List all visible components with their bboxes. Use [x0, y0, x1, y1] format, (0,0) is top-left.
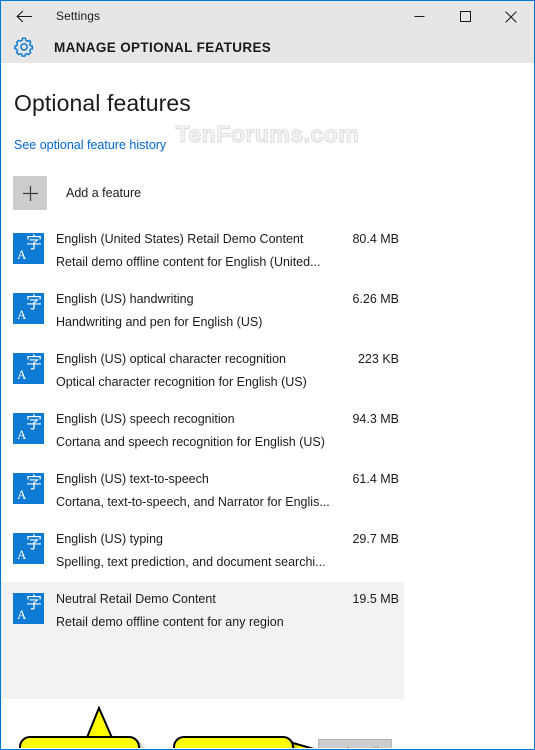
- page-header: MANAGE OPTIONAL FEATURES: [1, 31, 534, 63]
- feature-description: Handwriting and pen for English (US): [56, 315, 263, 329]
- language-pack-icon: A字: [13, 353, 44, 384]
- add-a-feature-button[interactable]: Add a feature: [13, 176, 141, 210]
- language-pack-icon: A字: [13, 593, 44, 624]
- close-button[interactable]: [488, 1, 534, 32]
- feature-description: Spelling, text prediction, and document …: [56, 555, 326, 569]
- feature-row[interactable]: A 字 Neutral Retail Demo Content 19.5 MB Reta…: [1, 582, 404, 699]
- minimize-button[interactable]: [396, 1, 442, 32]
- maximize-button[interactable]: [442, 1, 488, 32]
- feature-size: 6.26 MB: [352, 292, 399, 306]
- back-arrow-icon: [15, 10, 33, 23]
- optional-features-list: A 字 English (United States) Retail Demo Co…: [1, 222, 534, 699]
- add-a-feature-label: Add a feature: [66, 186, 142, 200]
- feature-description: Optical character recognition for Englis…: [56, 375, 307, 389]
- language-pack-icon: A字: [13, 413, 44, 444]
- feature-description: Cortana and speech recognition for Engli…: [56, 435, 325, 449]
- feature-name: English (US) optical character recogniti…: [56, 352, 286, 366]
- feature-row[interactable]: A 字 English (US) text-to-speech 61.4 MB Cort…: [1, 462, 534, 522]
- feature-size: 94.3 MB: [352, 412, 399, 426]
- title-bar: Settings: [1, 0, 534, 31]
- feature-row[interactable]: A 字 English (US) typing 29.7 MB Spelling, te…: [1, 522, 534, 582]
- feature-name: English (US) typing: [56, 532, 163, 546]
- header-title: MANAGE OPTIONAL FEATURES: [54, 39, 272, 55]
- settings-window: Settings MANAGE OPTIONAL FEATURES TenFor…: [0, 0, 535, 750]
- page-title: Optional features: [14, 90, 191, 116]
- feature-row[interactable]: A 字 English (United States) Retail Demo Co…: [1, 222, 534, 282]
- feature-description: Retail demo offline content for English …: [56, 255, 321, 269]
- feature-size: 19.5 MB: [352, 592, 399, 606]
- feature-row[interactable]: A 字 English (US) optical character recogni…: [1, 342, 534, 402]
- minimize-icon: [414, 11, 425, 22]
- language-pack-icon: A字: [13, 533, 44, 564]
- feature-row[interactable]: A 字 English (US) speech recognition 94.3 MB…: [1, 402, 534, 462]
- feature-size: 61.4 MB: [352, 472, 399, 486]
- language-pack-icon: A字: [13, 233, 44, 264]
- callout-step-2: 2. Click on: [173, 736, 294, 748]
- content-area: TenForums.com Optional features See opti…: [1, 63, 534, 748]
- maximize-icon: [459, 11, 471, 22]
- feature-name: Neutral Retail Demo Content: [56, 592, 216, 606]
- feature-row[interactable]: A 字 English (US) handwriting 6.26 MB Handwri…: [1, 282, 534, 342]
- close-icon: [505, 10, 517, 23]
- feature-description: Cortana, text-to-speech, and Narrator fo…: [56, 495, 330, 509]
- back-button[interactable]: [1, 1, 47, 32]
- language-pack-icon: A字: [13, 473, 44, 504]
- feature-name: English (United States) Retail Demo Cont…: [56, 232, 304, 246]
- feature-size: 80.4 MB: [352, 232, 399, 246]
- feature-name: English (US) text-to-speech: [56, 472, 209, 486]
- callout-step-1: 1. Click on: [19, 736, 140, 748]
- app-title: Settings: [56, 9, 101, 23]
- feature-size: 29.7 MB: [352, 532, 399, 546]
- feature-name: English (US) speech recognition: [56, 412, 235, 426]
- language-pack-icon: A字: [13, 293, 44, 324]
- caption-buttons: [396, 1, 534, 32]
- feature-size: 223 KB: [357, 352, 399, 366]
- plus-icon: [13, 176, 47, 210]
- feature-name: English (US) handwriting: [56, 292, 194, 306]
- feature-description: Retail demo offline content for any regi…: [56, 615, 284, 629]
- gear-icon[interactable]: [11, 34, 37, 60]
- see-optional-feature-history-link[interactable]: See optional feature history: [14, 138, 166, 152]
